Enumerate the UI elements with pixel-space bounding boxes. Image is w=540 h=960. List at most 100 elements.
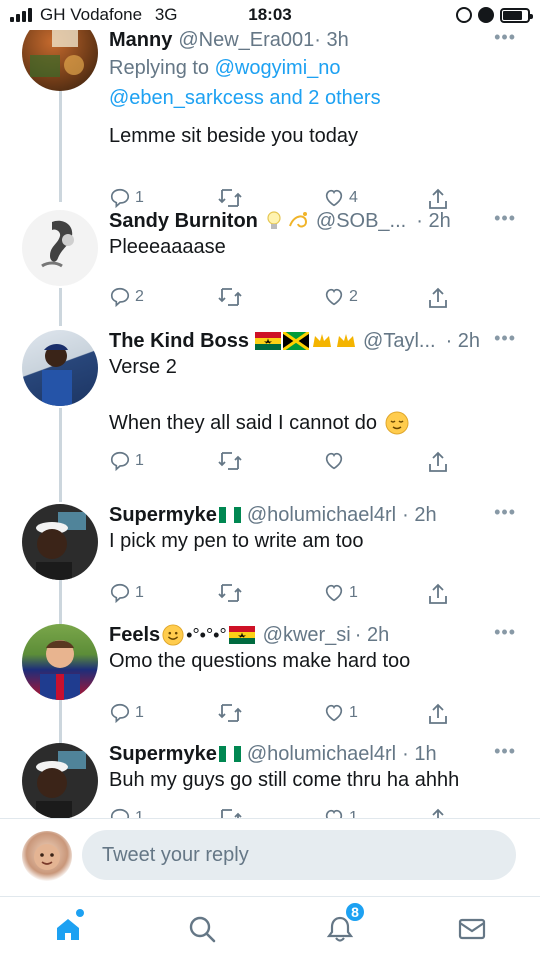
tweet[interactable]: Feels •°•°•° @kwer_si · 2h ••• Omo the q… xyxy=(0,622,540,738)
like-button[interactable]: 1 xyxy=(323,807,358,818)
reply-button[interactable]: 1 xyxy=(109,450,144,472)
reply-thread[interactable]: Manny @New_Era001 · 3h ••• Replying to @… xyxy=(0,30,540,818)
like-button[interactable] xyxy=(323,450,349,472)
user-name[interactable]: Feels xyxy=(109,622,160,648)
reply-mention-link[interactable]: @wogyimi_no xyxy=(215,57,341,79)
reply-button[interactable]: 1 xyxy=(109,187,144,209)
more-options-icon[interactable]: ••• xyxy=(494,622,516,643)
reply-count: 1 xyxy=(135,704,144,721)
tweet[interactable]: The Kind Boss @Tayl... · 2h ••• Verse 2 … xyxy=(0,328,540,500)
replying-to-more: @eben_sarkcess and 2 others xyxy=(109,83,520,113)
like-button[interactable]: 2 xyxy=(323,286,358,308)
smiley-icon xyxy=(162,624,184,646)
reply-icon xyxy=(110,703,130,724)
reply-button[interactable]: 1 xyxy=(109,702,144,724)
ghana-flag-icon xyxy=(255,332,282,350)
heart-icon xyxy=(325,189,343,207)
tab-home[interactable] xyxy=(46,907,90,951)
retweet-button[interactable] xyxy=(217,807,247,818)
user-handle[interactable]: @holumichael4rl xyxy=(247,741,396,767)
more-options-icon[interactable]: ••• xyxy=(494,328,516,349)
tweet-time: · 2h xyxy=(354,624,390,646)
share-button[interactable] xyxy=(427,702,449,726)
tweet[interactable]: Supermyke @holumichael4rl · 1h ••• Buh m… xyxy=(0,741,540,818)
reply-button[interactable]: 1 xyxy=(109,807,144,818)
tweet-time: · 2h xyxy=(402,504,437,526)
share-icon xyxy=(429,703,447,724)
like-count: 1 xyxy=(349,704,358,721)
like-button[interactable]: 4 xyxy=(323,187,358,209)
retweet-button[interactable] xyxy=(217,702,247,724)
more-options-icon[interactable]: ••• xyxy=(494,30,516,48)
like-count: 1 xyxy=(349,584,358,601)
user-handle[interactable]: @New_Era001 xyxy=(178,30,314,53)
avatar[interactable] xyxy=(22,330,98,406)
dizzy-icon xyxy=(288,212,307,228)
user-handle[interactable]: @holumichael4rl xyxy=(247,502,396,528)
name-emojis xyxy=(255,331,357,351)
reply-count: 1 xyxy=(135,584,144,601)
retweet-button[interactable] xyxy=(217,582,247,604)
reply-input[interactable] xyxy=(82,830,516,880)
reply-button[interactable]: 1 xyxy=(109,582,144,604)
user-name[interactable]: Supermyke xyxy=(109,502,217,528)
tweet-header: Sandy Burniton @SOB_... · 2h xyxy=(109,208,520,234)
reply-count: 2 xyxy=(135,288,144,305)
like-button[interactable]: 1 xyxy=(323,702,358,724)
reply-count: 1 xyxy=(135,189,144,206)
like-count: 4 xyxy=(349,189,358,206)
status-icons xyxy=(456,6,533,24)
more-options-icon[interactable]: ••• xyxy=(494,208,516,229)
avatar[interactable] xyxy=(22,210,98,286)
reply-mentions-link[interactable]: @eben_sarkcess and 2 others xyxy=(109,87,381,109)
user-name[interactable]: Sandy Burniton xyxy=(109,208,258,234)
share-button[interactable] xyxy=(427,582,449,606)
tweet-actions: 1 xyxy=(109,450,454,476)
tweet[interactable]: Sandy Burniton @SOB_... · 2h ••• Pleeeaa… xyxy=(0,208,540,324)
reply-button[interactable]: 2 xyxy=(109,286,144,308)
more-options-icon[interactable]: ••• xyxy=(494,502,516,523)
tweet-actions: 2 2 xyxy=(109,286,454,312)
avatar[interactable] xyxy=(22,624,98,700)
more-options-icon[interactable]: ••• xyxy=(494,741,516,762)
user-handle[interactable]: @SOB_... xyxy=(316,208,406,234)
battery-level xyxy=(503,10,523,20)
tweet-time: · 1h xyxy=(402,743,437,765)
user-name[interactable]: The Kind Boss xyxy=(109,328,249,354)
tab-messages[interactable] xyxy=(450,907,494,951)
retweet-button[interactable] xyxy=(217,187,247,209)
alarm-icon xyxy=(478,7,494,23)
user-handle[interactable]: @kwer_si xyxy=(263,622,351,648)
avatar[interactable] xyxy=(22,30,98,91)
ghana-flag-icon xyxy=(228,626,255,644)
retweet-button[interactable] xyxy=(217,286,247,308)
tweet-text: Verse 2 xyxy=(109,356,177,378)
share-button[interactable] xyxy=(427,807,449,818)
user-handle[interactable]: @Tayl... xyxy=(363,328,436,354)
share-icon xyxy=(432,808,444,818)
my-avatar[interactable] xyxy=(22,831,72,881)
tweet[interactable]: Manny @New_Era001 · 3h ••• Replying to @… xyxy=(0,30,540,209)
tweet-text: Omo the questions make hard too xyxy=(109,650,411,672)
share-button[interactable] xyxy=(427,450,449,474)
tweet[interactable]: Supermyke @holumichael4rl · 2h ••• I pic… xyxy=(0,502,540,618)
avatar[interactable] xyxy=(22,504,98,580)
share-button[interactable] xyxy=(427,286,449,310)
nigeria-flag-icon xyxy=(218,746,241,762)
tweet-text: Pleeeaaaase xyxy=(109,236,226,258)
name-decoration: •°•°•° xyxy=(186,625,227,645)
tweet-text: Buh my guys go still come thru ha ahhh xyxy=(109,769,460,791)
heart-icon xyxy=(325,584,343,602)
user-name[interactable]: Manny xyxy=(109,30,172,53)
home-icon xyxy=(57,919,79,940)
tab-search[interactable] xyxy=(180,907,224,951)
avatar[interactable] xyxy=(22,743,98,818)
tab-notifications[interactable]: 8 xyxy=(318,901,366,951)
battery-icon xyxy=(500,7,533,23)
retweet-button[interactable] xyxy=(217,450,247,472)
like-count: 1 xyxy=(349,809,358,818)
user-name[interactable]: Supermyke xyxy=(109,741,217,767)
like-button[interactable]: 1 xyxy=(323,582,358,604)
heart-icon xyxy=(325,809,343,818)
tweet-time: · 3h xyxy=(314,30,349,51)
